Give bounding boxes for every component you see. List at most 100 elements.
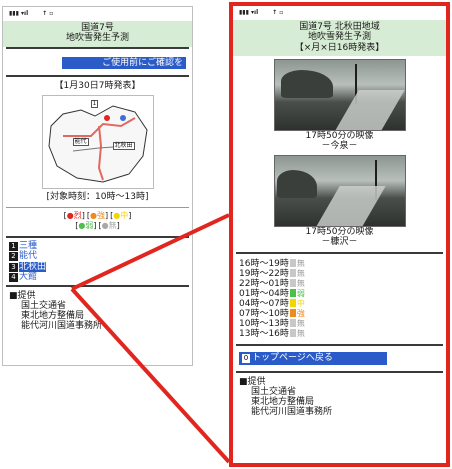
- level-swatch: [289, 268, 296, 277]
- route-item[interactable]: 2 能代: [9, 251, 186, 262]
- schedule-level: 無: [296, 329, 305, 339]
- level-swatch: [289, 329, 296, 338]
- legend: [●烈] [●強] [●中] [●弱] [●無]: [3, 211, 192, 232]
- schedule-time: 22時～01時: [239, 278, 289, 289]
- schedule-time: 13時～16時: [239, 329, 289, 340]
- legend-item: [●烈]: [63, 211, 85, 221]
- title-line: 国道7号 北秋田地域: [299, 22, 380, 32]
- scene-trees: [280, 70, 333, 99]
- phone-screen-detail: ▮▮▮ ▾ıl ↑ ▫ 国道7号 北秋田地域 地吹雪発生予測 【×月×日16時発…: [229, 2, 450, 467]
- camera-image-imaizumi[interactable]: [273, 59, 406, 132]
- legend-dot: ●: [66, 211, 74, 221]
- schedule-row: 16時～19時無: [239, 258, 440, 269]
- legend-dot: ●: [90, 211, 97, 221]
- back-to-top-label: トップページへ戻る: [252, 353, 333, 364]
- schedule-row: 07時～10時強: [239, 308, 440, 319]
- level-swatch: [289, 319, 296, 328]
- key-number: 3: [9, 262, 18, 272]
- map-label-kitaakita: 北秋田: [112, 142, 135, 151]
- signal-icon: ▮▮▮ ▾ıl: [9, 10, 29, 17]
- schedule-level: 無: [296, 278, 305, 288]
- map-label-noshiro: 能代: [72, 138, 89, 147]
- legend-item: [●強]: [86, 211, 109, 221]
- schedule-row: 13時～16時無: [239, 329, 440, 339]
- level-swatch: [289, 288, 296, 297]
- legend-label: 弱: [85, 221, 94, 231]
- back-to-top-link[interactable]: 0 トップページへ戻る: [239, 352, 387, 366]
- forecast-map[interactable]: 1 能代 北秋田: [41, 95, 154, 190]
- key-number: 0: [242, 354, 250, 364]
- camera-caption: 17時50分の映像 －糠沢－: [233, 227, 446, 248]
- legend-item: [●無]: [98, 221, 120, 231]
- divider: [6, 207, 189, 209]
- legend-label: 強: [96, 211, 105, 221]
- divider: [236, 344, 443, 347]
- schedule-row: 22時～01時無: [239, 278, 440, 289]
- level-swatch: [289, 278, 296, 287]
- title-line: 地吹雪発生予測: [65, 33, 129, 44]
- scene-road: [333, 90, 405, 131]
- schedule-level: 無: [296, 319, 305, 329]
- title-line: 地吹雪発生予測: [307, 32, 371, 43]
- camera-place: －糠沢－: [321, 236, 358, 247]
- level-swatch: [289, 298, 296, 307]
- status-bar: ▮▮▮ ▾ıl ↑ ▫: [3, 7, 192, 21]
- legend-item: [●中]: [110, 211, 132, 221]
- scene-trees: [276, 169, 317, 198]
- route-name: 北秋田: [19, 261, 47, 272]
- map-graphic: [47, 105, 148, 183]
- page-title: 国道7号 北秋田地域 地吹雪発生予測 【×月×日16時発表】: [233, 20, 446, 57]
- schedule-time: 10時～13時: [239, 319, 289, 330]
- issued-time: 【1月30日7時発表】: [54, 81, 141, 92]
- provider-line: 能代河川国道事務所: [251, 406, 333, 417]
- divider: [6, 75, 189, 78]
- schedule-level: 無: [296, 258, 305, 268]
- legend-item: [●弱]: [75, 221, 97, 231]
- provider-line: 能代河川国道事務所: [21, 320, 103, 331]
- route-item[interactable]: 3 北秋田: [9, 261, 186, 272]
- signal-icon: ▮▮▮ ▾ıl: [239, 9, 259, 16]
- route-name: 三種: [19, 240, 38, 251]
- page-title: 国道7号 地吹雪発生予測: [3, 21, 192, 47]
- schedule-level: 無: [296, 268, 305, 278]
- key-number: 4: [9, 272, 18, 282]
- title-line: 国道7号: [81, 23, 114, 33]
- provider-section: ■提供 国土交通省 東北地方整備局 能代河川国道事務所: [233, 373, 446, 423]
- schedule-time: 07時～10時: [239, 308, 289, 319]
- schedule-row: 19時～22時無: [239, 268, 440, 279]
- divider: [6, 46, 189, 49]
- camera-place: －今泉－: [321, 140, 358, 151]
- legend-label: 中: [120, 211, 129, 221]
- phone-screen-overview: ▮▮▮ ▾ıl ↑ ▫ 国道7号 地吹雪発生予測 ご使用前にご確認を 【1月30…: [2, 6, 193, 366]
- route-name: 大館: [19, 271, 38, 282]
- key-number: 1: [9, 241, 18, 251]
- camera-image-nukazawa[interactable]: [273, 154, 406, 227]
- provider-section: ■提供 国土交通省 東北地方整備局 能代河川国道事務所: [3, 287, 192, 337]
- schedule-row: 04時～07時中: [239, 298, 440, 309]
- status-icons: ↑ ▫: [272, 9, 284, 16]
- schedule-time: 04時～07時: [239, 298, 289, 309]
- target-time: [対象時刻：10時～13時]: [46, 192, 149, 203]
- legend-dot: ●: [101, 221, 109, 231]
- notice-link[interactable]: ご使用前にご確認を: [62, 56, 186, 70]
- legend-label: 無: [108, 221, 117, 231]
- route-item[interactable]: 4 大館: [9, 272, 186, 282]
- status-bar: ▮▮▮ ▾ıl ↑ ▫: [233, 6, 446, 20]
- scene-road: [313, 185, 386, 226]
- route-name: 能代: [19, 251, 38, 262]
- schedule-level: 強: [296, 308, 305, 318]
- schedule-row: 01時～04時弱: [239, 288, 440, 299]
- forecast-schedule: 16時～19時無 19時～22時無 22時～01時無 01時～04時弱 04時～07時中…: [233, 254, 446, 345]
- schedule-time: 16時～19時: [239, 258, 289, 269]
- route-list: 1 三種 2 能代 3 北秋田 4 大館: [3, 238, 192, 285]
- schedule-row: 10時～13時無: [239, 319, 440, 329]
- map-marker-1: 1: [90, 100, 99, 109]
- legend-label: 烈: [73, 211, 82, 221]
- camera-caption: 17時50分の映像 －今泉－: [233, 131, 446, 152]
- route-item[interactable]: 1 三種: [9, 241, 186, 251]
- schedule-level: 中: [296, 298, 305, 308]
- schedule-level: 弱: [296, 288, 305, 298]
- level-swatch: [289, 308, 296, 317]
- schedule-time: 19時～22時: [239, 268, 289, 279]
- schedule-time: 01時～04時: [239, 288, 289, 299]
